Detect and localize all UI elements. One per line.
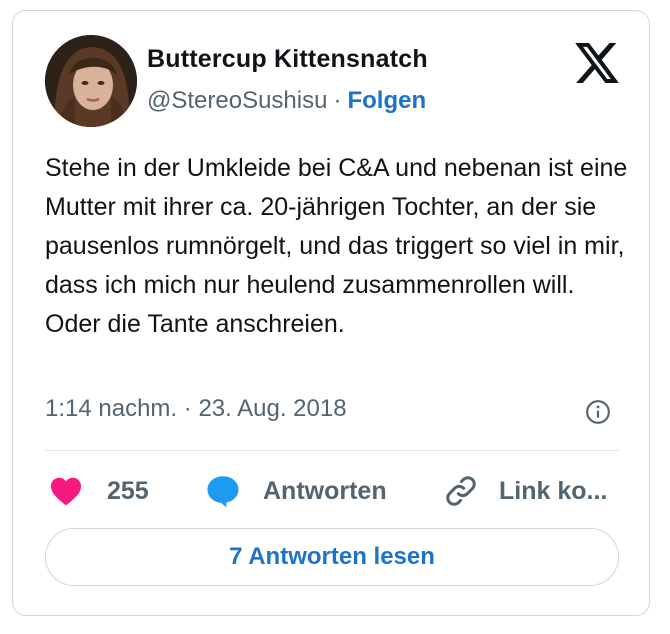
tweet-timestamp[interactable]: 1:14 nachm. · 23. Aug. 2018 <box>45 395 347 423</box>
author-handle-row: @StereoSushisu · Folgen <box>147 87 426 115</box>
link-icon <box>446 476 476 506</box>
tweet-date: 23. Aug. 2018 <box>198 395 347 422</box>
reply-label: Antworten <box>263 476 387 505</box>
x-logo-icon[interactable] <box>575 43 619 83</box>
reply-button[interactable]: Antworten <box>205 469 387 513</box>
author-handle[interactable]: @StereoSushisu <box>147 87 327 114</box>
timestamp-separator: · <box>183 395 192 422</box>
info-icon[interactable] <box>585 399 611 425</box>
copy-link-label: Link ko... <box>499 476 608 505</box>
like-count: 255 <box>107 476 149 505</box>
tweet-card: Buttercup Kittensnatch @StereoSushisu · Fo… <box>12 10 650 616</box>
speech-bubble-icon <box>207 476 239 508</box>
avatar[interactable] <box>45 35 137 127</box>
action-bar: 255 Antworten Link ko... <box>45 469 625 513</box>
copy-link-button[interactable]: Link ko... <box>443 469 607 513</box>
divider <box>45 450 619 451</box>
like-button[interactable]: 255 <box>49 469 149 513</box>
follow-button[interactable]: Folgen <box>347 87 426 114</box>
separator-dot: · <box>333 87 342 114</box>
avatar-image <box>45 35 137 127</box>
author-name[interactable]: Buttercup Kittensnatch <box>147 45 428 74</box>
heart-icon <box>51 477 81 506</box>
tweet-text: Stehe in der Umkleide bei C&A und nebena… <box>45 154 628 338</box>
tweet-time: 1:14 nachm. <box>45 395 178 422</box>
read-replies-button[interactable]: 7 Antworten lesen <box>45 528 619 586</box>
